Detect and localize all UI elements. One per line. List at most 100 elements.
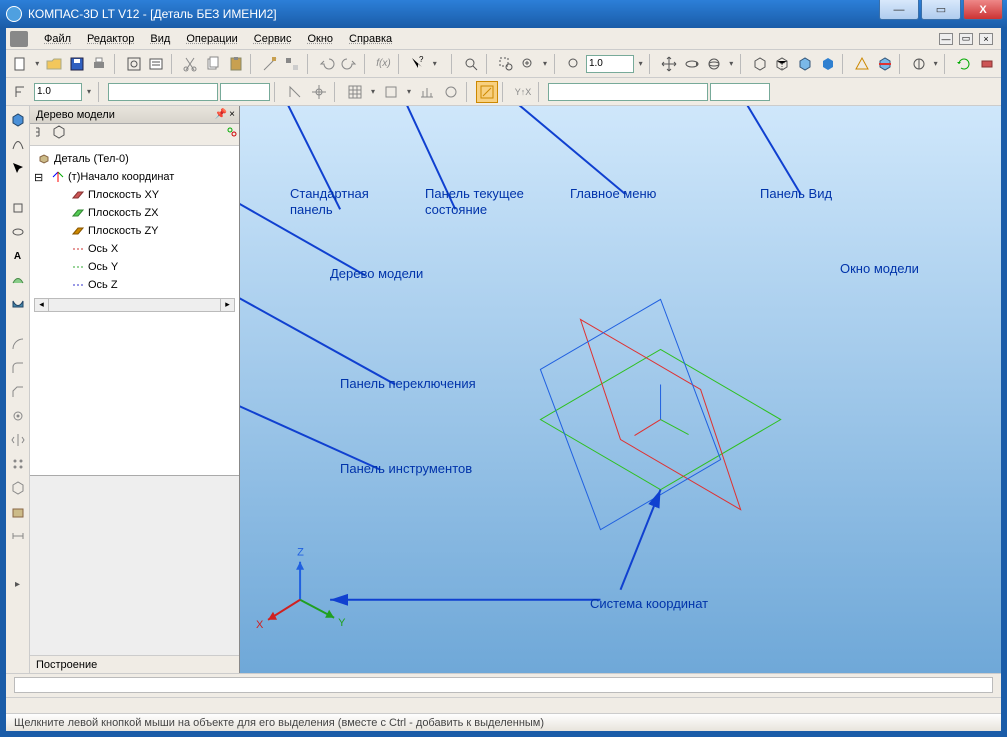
shaded-edges-icon[interactable] (795, 53, 816, 75)
help-pointer-icon[interactable]: ? (407, 53, 428, 75)
redo-icon[interactable] (339, 53, 360, 75)
strip-hole-icon[interactable] (8, 406, 28, 426)
new-dropdown[interactable]: ▾ (33, 53, 42, 75)
grid-icon[interactable] (344, 81, 366, 103)
mdi-restore[interactable]: ▭ (959, 33, 973, 45)
toggle-b-icon[interactable] (440, 81, 462, 103)
strip-chamfer-icon[interactable] (8, 382, 28, 402)
strip-curve-icon[interactable] (8, 134, 28, 154)
paste-icon[interactable] (225, 53, 246, 75)
zoom-value-input[interactable] (586, 55, 634, 73)
shaded-icon[interactable] (817, 53, 838, 75)
coord-toggle-icon[interactable]: Y↑X (512, 81, 534, 103)
strip-expand-icon[interactable]: ▸ (8, 574, 28, 594)
help-dropdown[interactable]: ▾ (430, 53, 439, 75)
strip-revolve-icon[interactable] (8, 222, 28, 242)
state-field-1[interactable] (108, 83, 218, 101)
snap-icon[interactable] (308, 81, 330, 103)
menu-view[interactable]: Вид (142, 31, 178, 47)
camera-icon[interactable] (10, 31, 28, 47)
menu-window[interactable]: Окно (299, 31, 341, 47)
view1-dropdown[interactable]: ▾ (931, 53, 940, 75)
strip-arc-icon[interactable] (8, 334, 28, 354)
tree-tb-filter-icon[interactable] (225, 125, 239, 144)
tree-scrollbar[interactable]: ◂ ▸ (34, 298, 235, 312)
print-icon[interactable] (89, 53, 110, 75)
tree-origin-label: (т)Начало координат (68, 171, 174, 183)
step-icon[interactable] (10, 81, 32, 103)
zoom-in-icon[interactable] (518, 53, 539, 75)
state-field-2[interactable] (220, 83, 270, 101)
minimize-button[interactable]: — (879, 0, 919, 20)
annot-switch-panel: Панель переключения (340, 376, 476, 392)
strip-dim-icon[interactable] (8, 526, 28, 546)
strip-mirror-icon[interactable] (8, 430, 28, 450)
zoom-fit-icon[interactable] (461, 53, 482, 75)
step-dropdown[interactable]: ▾ (84, 81, 94, 103)
view1-icon[interactable] (908, 53, 929, 75)
strip-surface-icon[interactable] (8, 270, 28, 290)
rebuild-icon[interactable] (977, 53, 998, 75)
maximize-button[interactable]: ▭ (921, 0, 961, 20)
orbit-icon[interactable] (704, 53, 725, 75)
menu-operations[interactable]: Операции (178, 31, 245, 47)
strip-fillet-icon[interactable] (8, 358, 28, 378)
sketch-mode-icon[interactable] (476, 81, 498, 103)
strip-pattern-icon[interactable] (8, 454, 28, 474)
rotate-view-icon[interactable] (681, 53, 702, 75)
orbit-dropdown[interactable]: ▾ (727, 53, 736, 75)
ortho-icon[interactable] (284, 81, 306, 103)
strip-box-icon[interactable] (8, 478, 28, 498)
new-document-icon[interactable] (10, 53, 31, 75)
strip-extrude-icon[interactable] (8, 198, 28, 218)
match-props-icon[interactable] (282, 53, 303, 75)
zoom-dropdown[interactable]: ▾ (540, 53, 549, 75)
tree-close-icon[interactable]: × (229, 109, 235, 120)
fx-icon[interactable]: f(x) (373, 53, 394, 75)
preview-icon[interactable] (123, 53, 144, 75)
zoom-window-icon[interactable] (495, 53, 516, 75)
cut-icon[interactable] (180, 53, 201, 75)
refresh-icon[interactable] (954, 53, 975, 75)
save-icon[interactable] (66, 53, 87, 75)
strip-cursor-icon[interactable] (8, 158, 28, 178)
close-button[interactable]: X (963, 0, 1003, 20)
model-viewport[interactable]: Z Y X (240, 106, 1001, 673)
undo-icon[interactable] (316, 53, 337, 75)
standard-toolbar: ▾ f(x) ? ▾ ▾ ▾ ▾ (6, 50, 1001, 78)
properties-icon[interactable] (146, 53, 167, 75)
section-view-icon[interactable] (874, 53, 895, 75)
pan-icon[interactable] (659, 53, 680, 75)
menu-help[interactable]: Справка (341, 31, 400, 47)
mdi-minimize[interactable]: — (939, 33, 953, 45)
toggle-a-icon[interactable] (416, 81, 438, 103)
strip-cube-icon[interactable] (8, 110, 28, 130)
zoom-scale-icon[interactable] (563, 53, 584, 75)
grid-dropdown[interactable]: ▾ (368, 81, 378, 103)
strip-box2-icon[interactable] (8, 502, 28, 522)
copy-icon[interactable] (203, 53, 224, 75)
open-icon[interactable] (44, 53, 65, 75)
menubar: Файл Редактор Вид Операции Сервис Окно С… (6, 28, 1001, 50)
tree-body[interactable]: Деталь (Тел-0) ⊟ (т)Начало координат Пло… (30, 146, 239, 475)
mdi-close[interactable]: × (979, 33, 993, 45)
step-value-input[interactable] (34, 83, 82, 101)
snap-toggle-dropdown[interactable]: ▾ (404, 81, 414, 103)
menu-editor[interactable]: Редактор (79, 31, 142, 47)
strip-surface2-icon[interactable] (8, 294, 28, 314)
tree-pin-icon[interactable]: 📌 (215, 109, 227, 120)
hidden-lines-icon[interactable] (772, 53, 793, 75)
state-field-3[interactable] (548, 83, 708, 101)
wireframe-icon[interactable] (750, 53, 771, 75)
menu-file[interactable]: Файл (36, 31, 79, 47)
tree-tb-cube-icon[interactable] (52, 125, 66, 144)
copy-props-icon[interactable] (260, 53, 281, 75)
perspective-icon[interactable] (852, 53, 873, 75)
state-field-4[interactable] (710, 83, 770, 101)
tree-tb-tree-icon[interactable] (34, 125, 48, 144)
menu-service[interactable]: Сервис (246, 31, 300, 47)
snap-toggle-icon[interactable] (380, 81, 402, 103)
strip-text-icon[interactable]: А (8, 246, 28, 266)
zoom-value-dropdown[interactable]: ▾ (636, 53, 645, 75)
tree-toolbar (30, 124, 239, 146)
